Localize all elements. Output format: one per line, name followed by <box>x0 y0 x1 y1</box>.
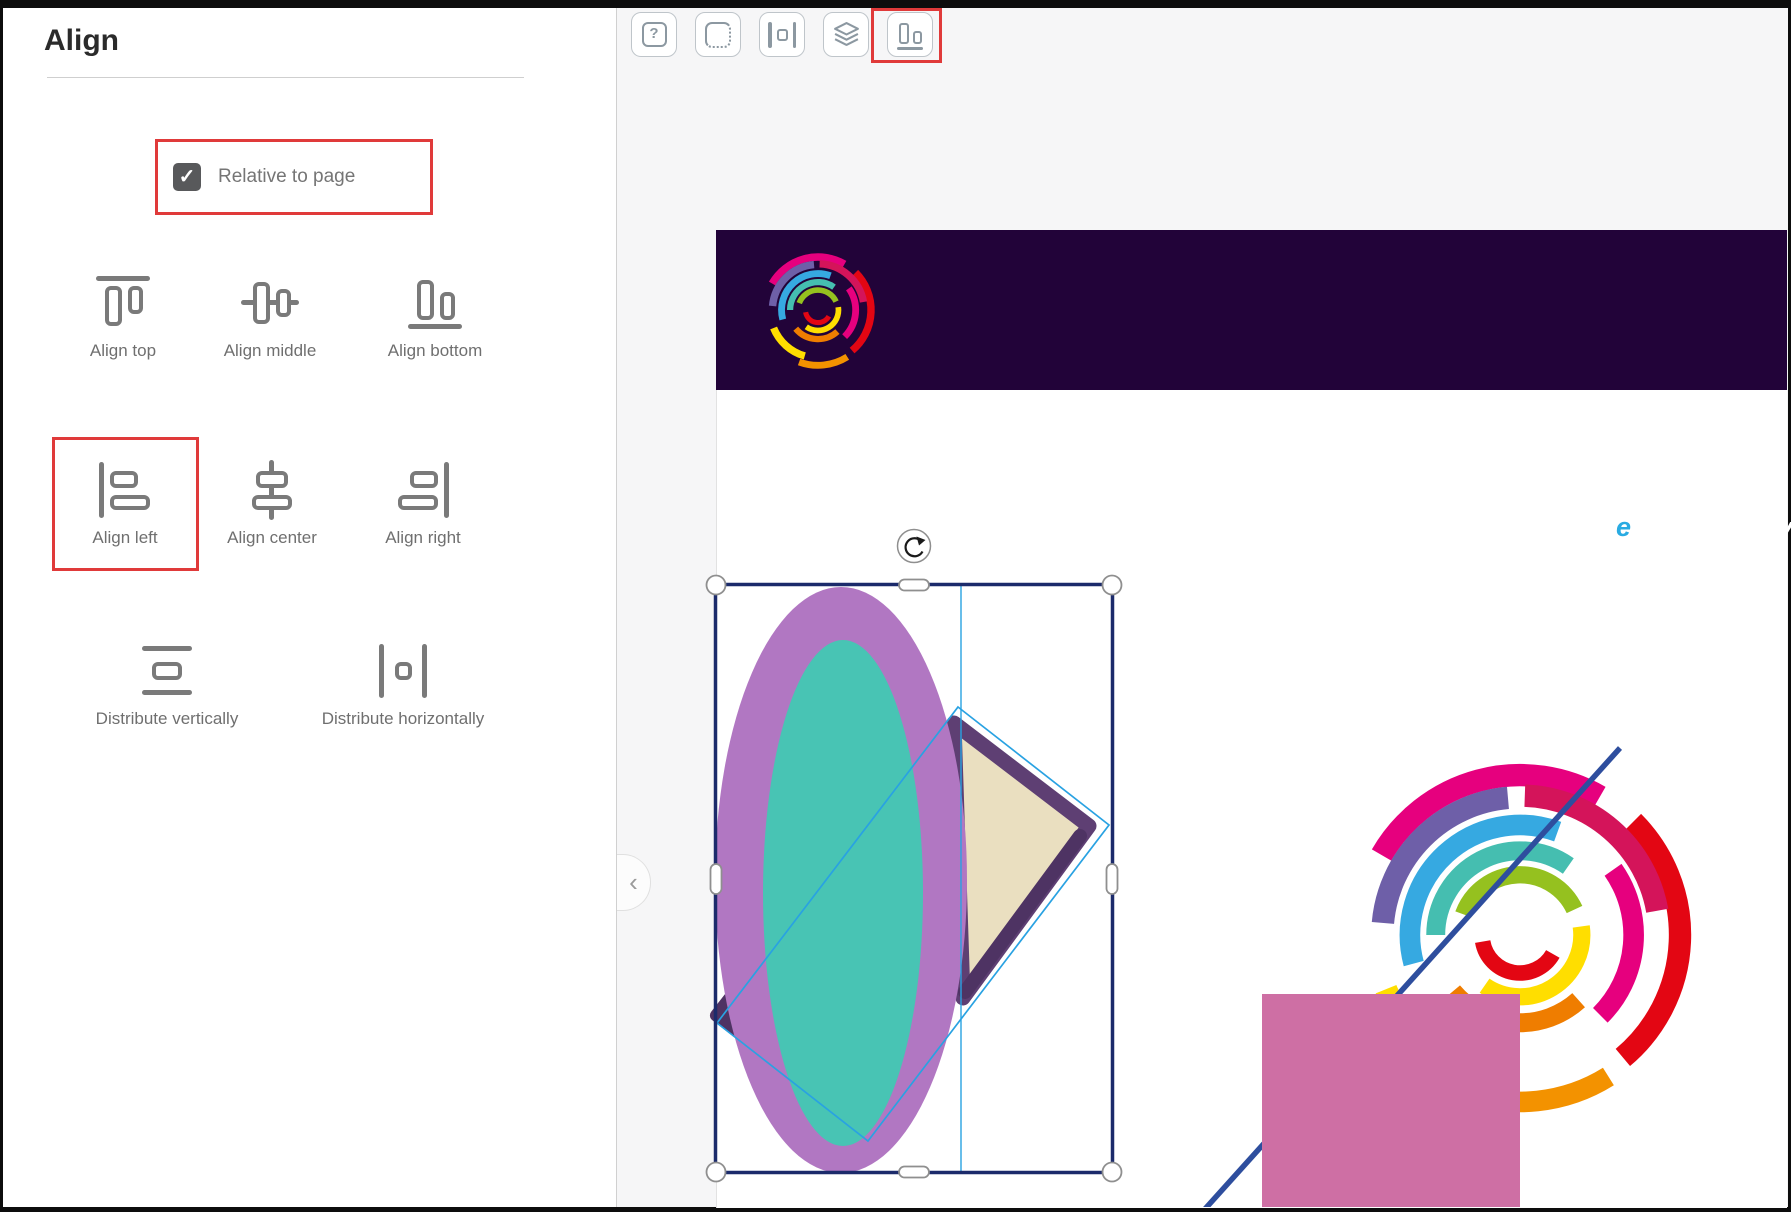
app-window: eProductivity Software ‹ ? <box>0 0 1791 1212</box>
align-panel-icon <box>896 21 924 49</box>
align-panel: Align ✓ Relative to page Align top Align… <box>3 8 617 1207</box>
panel-title: Align <box>44 24 119 58</box>
edge-resize-handle[interactable] <box>899 1167 929 1178</box>
canvas-objects-layer <box>617 8 1788 1207</box>
align-bottom-icon <box>403 271 467 335</box>
align-center-label: Align center <box>197 528 347 548</box>
align-right-icon <box>391 458 455 522</box>
distribute-vertically-label: Distribute vertically <box>72 709 262 729</box>
panel-divider <box>47 77 524 78</box>
distribute-horizontal-icon <box>371 639 435 703</box>
align-middle-button[interactable]: Align middle <box>195 271 345 361</box>
align-center-button[interactable]: Align center <box>197 458 347 548</box>
align-right-button[interactable]: Align right <box>348 458 498 548</box>
edge-resize-handle[interactable] <box>711 864 722 894</box>
edge-resize-handle[interactable] <box>1107 864 1118 894</box>
align-top-icon <box>91 271 155 335</box>
help-icon: ? <box>642 22 667 47</box>
corner-resize-handle[interactable] <box>707 1163 726 1182</box>
align-right-label: Align right <box>348 528 498 548</box>
align-top-button[interactable]: Align top <box>48 271 198 361</box>
corner-resize-handle[interactable] <box>1103 1163 1122 1182</box>
align-bottom-button[interactable]: Align bottom <box>360 271 510 361</box>
align-left-label: Align left <box>50 528 200 548</box>
layers-icon <box>833 21 860 48</box>
toolbar: ? <box>631 12 933 57</box>
distribute-horizontally-label: Distribute horizontally <box>308 709 498 729</box>
distribute-horizontally-button[interactable]: Distribute horizontally <box>308 639 498 729</box>
distribute-vertically-button[interactable]: Distribute vertically <box>72 639 262 729</box>
rotation-handle[interactable] <box>898 530 931 563</box>
checkbox-checked-icon[interactable]: ✓ <box>173 163 201 191</box>
align-top-label: Align top <box>48 341 198 361</box>
align-middle-icon <box>238 271 302 335</box>
align-panel-button[interactable] <box>887 12 933 57</box>
distribute-vertical-icon <box>135 639 199 703</box>
align-center-icon <box>240 458 304 522</box>
brand-swirl-logo[interactable] <box>772 257 871 365</box>
align-left-button[interactable]: Align left <box>50 458 200 548</box>
corner-resize-handle[interactable] <box>1103 576 1122 595</box>
pink-square-shape[interactable] <box>1262 994 1520 1207</box>
align-middle-label: Align middle <box>195 341 345 361</box>
corner-resize-handle[interactable] <box>707 576 726 595</box>
marquee-crop-button[interactable] <box>695 12 741 57</box>
edge-resize-handle[interactable] <box>899 580 929 591</box>
align-bottom-label: Align bottom <box>360 341 510 361</box>
help-button[interactable]: ? <box>631 12 677 57</box>
distribute-horizontal-icon <box>768 22 796 48</box>
checkbox-label: Relative to page <box>218 166 355 188</box>
distribute-horizontal-button[interactable] <box>759 12 805 57</box>
inner-ellipse-shape[interactable] <box>763 640 923 1146</box>
relative-to-page-checkbox[interactable]: ✓ Relative to page <box>173 156 355 198</box>
marquee-crop-icon <box>705 22 731 48</box>
align-left-icon <box>93 458 157 522</box>
layers-button[interactable] <box>823 12 869 57</box>
